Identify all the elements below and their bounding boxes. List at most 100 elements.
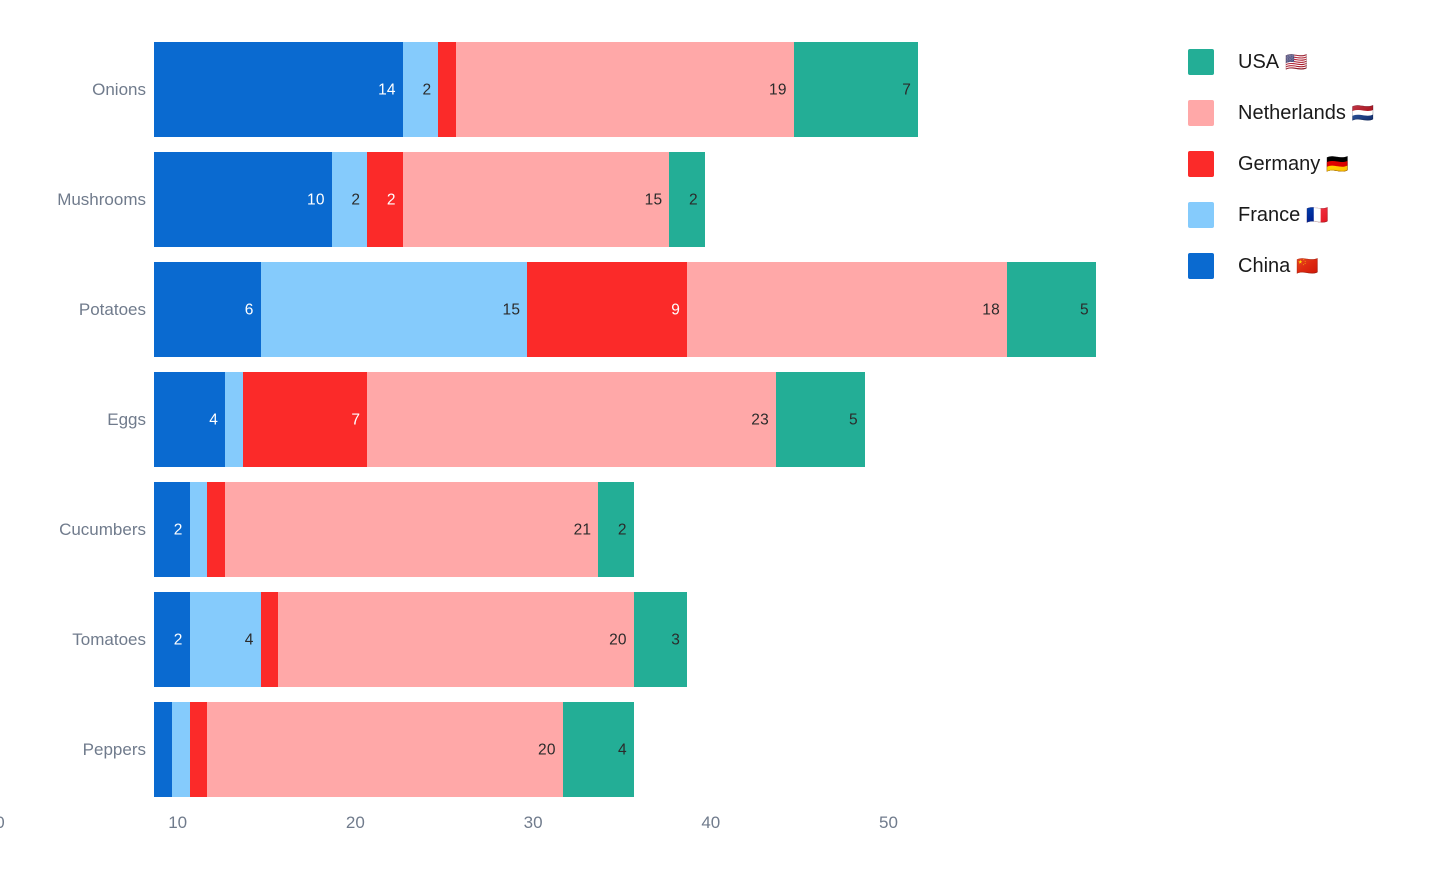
bar-segment-germany[interactable] bbox=[207, 482, 226, 577]
bar-segment-netherlands[interactable]: 20 bbox=[207, 702, 563, 797]
bar-segment-france[interactable] bbox=[171, 702, 190, 797]
bar-row: 2 21 2 bbox=[154, 482, 634, 577]
bar-segment-germany[interactable] bbox=[260, 592, 279, 687]
bar-segment-netherlands[interactable]: 19 bbox=[456, 42, 794, 137]
bar-segment-china[interactable]: 2 bbox=[154, 592, 190, 687]
legend-label: France bbox=[1238, 203, 1301, 226]
bar-segment-china[interactable]: 14 bbox=[154, 42, 403, 137]
bar-row: 6 15 9 18 5 bbox=[154, 262, 1096, 357]
x-axis-tick: 40 bbox=[701, 813, 721, 832]
bar-segment-germany[interactable]: 2 bbox=[367, 152, 403, 247]
category-label-mushrooms: Mushrooms bbox=[57, 189, 146, 209]
x-axis-tick: 10 bbox=[168, 813, 188, 832]
bar-segment-france[interactable]: 2 bbox=[402, 42, 439, 137]
bar-segment-value: 15 bbox=[644, 190, 663, 208]
category-label-onions: Onions bbox=[92, 79, 146, 99]
legend-flag-icon: 🇨🇳 bbox=[1296, 255, 1319, 276]
legend-swatch-icon bbox=[1188, 150, 1214, 177]
bar-segment-value: 15 bbox=[502, 300, 521, 318]
bar-segment-value: 20 bbox=[609, 630, 627, 648]
legend-item-germany[interactable]: Germany 🇩🇪 bbox=[1188, 146, 1448, 181]
legend-label: USA bbox=[1238, 50, 1280, 73]
bar-row: 14 2 19 7 bbox=[154, 42, 919, 137]
bar-segment-germany[interactable]: 7 bbox=[242, 372, 368, 467]
bar-segment-value: 21 bbox=[573, 520, 592, 538]
bar-segment-netherlands[interactable]: 23 bbox=[367, 372, 776, 467]
bar-segment-usa[interactable]: 5 bbox=[775, 372, 865, 467]
legend-swatch-icon bbox=[1188, 252, 1214, 279]
category-label-eggs: Eggs bbox=[107, 409, 146, 429]
bar-segment-netherlands[interactable]: 18 bbox=[687, 262, 1007, 357]
bar-segment-france[interactable] bbox=[189, 482, 208, 577]
bar-segment-usa[interactable]: 2 bbox=[598, 482, 634, 577]
legend-item-usa[interactable]: USA 🇺🇸 bbox=[1188, 44, 1448, 79]
bar-segment-value: 3 bbox=[671, 630, 681, 648]
bar-segment-netherlands[interactable]: 15 bbox=[402, 152, 670, 247]
bar-row: 20 4 bbox=[154, 702, 634, 797]
bar-segment-france[interactable]: 2 bbox=[331, 152, 368, 247]
bar-segment-value: 10 bbox=[307, 190, 325, 208]
x-axis-tick: 50 bbox=[879, 813, 898, 832]
bar-segment-usa[interactable]: 3 bbox=[633, 592, 688, 687]
bar-segment-value: 20 bbox=[538, 740, 556, 758]
bar-segment-netherlands[interactable]: 20 bbox=[278, 592, 634, 687]
plot-area: 14 2 19 7 10 2 2 15 2 6 15 9 18 5 4 7 23 5 2 21 2 2 4 20 3 20 4 bbox=[154, 30, 1158, 810]
bar-segment-value: 4 bbox=[209, 410, 219, 428]
bar-segment-china[interactable]: 10 bbox=[154, 152, 332, 247]
bar-segment-value: 18 bbox=[982, 300, 1000, 318]
legend-item-china[interactable]: China 🇨🇳 bbox=[1188, 248, 1448, 283]
bar-segment-value: 2 bbox=[422, 80, 432, 98]
bar-segment-usa[interactable]: 2 bbox=[669, 152, 705, 247]
x-axis: 0 10 20 30 40 50 bbox=[0, 800, 1004, 840]
legend-swatch-icon bbox=[1188, 48, 1214, 75]
bar-segment-germany[interactable] bbox=[438, 42, 457, 137]
bar-segment-value: 19 bbox=[769, 80, 787, 98]
category-label-tomatoes: Tomatoes bbox=[72, 629, 146, 649]
bar-segment-china[interactable] bbox=[154, 702, 172, 797]
bar-row: 10 2 2 15 2 bbox=[154, 152, 705, 247]
bar-segment-france[interactable]: 15 bbox=[260, 262, 528, 357]
bar-segment-value: 4 bbox=[244, 630, 254, 648]
legend-flag-icon: 🇺🇸 bbox=[1285, 51, 1308, 72]
legend-label: China bbox=[1238, 254, 1291, 277]
legend-label: Netherlands bbox=[1238, 101, 1346, 124]
bar-segment-value: 23 bbox=[751, 410, 769, 428]
bar-segment-china[interactable]: 6 bbox=[154, 262, 261, 357]
bar-row: 4 7 23 5 bbox=[154, 372, 865, 467]
bar-segment-value: 2 bbox=[617, 520, 627, 538]
bar-segment-value: 2 bbox=[173, 520, 183, 538]
bar-segment-netherlands[interactable]: 21 bbox=[225, 482, 599, 577]
x-axis-tick: 0 bbox=[0, 814, 5, 831]
x-axis-tick: 20 bbox=[345, 813, 365, 832]
legend-label: Germany bbox=[1238, 152, 1321, 175]
legend-item-france[interactable]: France 🇫🇷 bbox=[1188, 197, 1448, 232]
legend-swatch-icon bbox=[1188, 201, 1214, 228]
x-axis-tick: 30 bbox=[523, 813, 543, 832]
bar-segment-value: 2 bbox=[173, 630, 183, 648]
bar-segment-value: 9 bbox=[671, 300, 681, 318]
bar-segment-germany[interactable] bbox=[189, 702, 208, 797]
category-label-peppers: Peppers bbox=[82, 739, 146, 759]
bar-segment-usa[interactable]: 5 bbox=[1006, 262, 1096, 357]
bar-segment-value: 5 bbox=[1079, 300, 1089, 318]
bar-segment-value: 2 bbox=[351, 190, 361, 208]
category-label-cucumbers: Cucumbers bbox=[59, 519, 146, 539]
bar-segment-usa[interactable]: 7 bbox=[793, 42, 919, 137]
bar-segment-value: 4 bbox=[617, 740, 627, 758]
bar-segment-france[interactable] bbox=[225, 372, 243, 467]
bar-segment-france[interactable]: 4 bbox=[189, 592, 261, 687]
bar-segment-usa[interactable]: 4 bbox=[562, 702, 634, 797]
bar-segment-china[interactable]: 2 bbox=[154, 482, 190, 577]
bar-segment-china[interactable]: 4 bbox=[154, 372, 226, 467]
legend-item-netherlands[interactable]: Netherlands 🇳🇱 bbox=[1188, 95, 1448, 130]
legend-flag-icon: 🇫🇷 bbox=[1306, 204, 1329, 225]
chart-legend: USA 🇺🇸 Netherlands 🇳🇱 Germany 🇩🇪 France 🇫🇷 China… bbox=[1188, 44, 1448, 299]
legend-flag-icon: 🇳🇱 bbox=[1351, 102, 1375, 123]
bar-segment-value: 7 bbox=[902, 80, 912, 98]
bar-segment-value: 14 bbox=[378, 80, 396, 98]
category-label-potatoes: Potatoes bbox=[78, 299, 146, 319]
bar-segment-value: 6 bbox=[244, 300, 254, 318]
bar-segment-value: 2 bbox=[689, 190, 698, 208]
bar-segment-germany[interactable]: 9 bbox=[527, 262, 688, 357]
legend-swatch-icon bbox=[1188, 99, 1214, 126]
